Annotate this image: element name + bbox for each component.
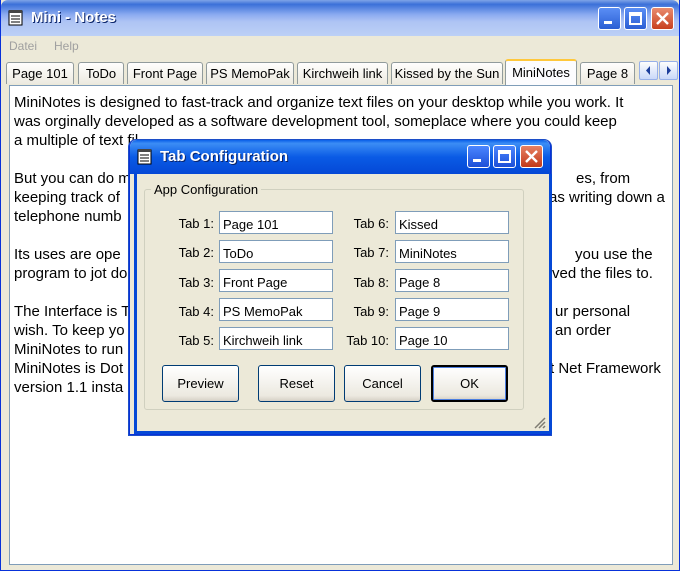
tab3-label: Tab 3: bbox=[178, 275, 214, 290]
tab-kissed-by-the-sun[interactable]: Kissed by the Sun bbox=[391, 62, 503, 84]
text-line: es, from bbox=[576, 170, 631, 187]
cancel-button[interactable]: Cancel bbox=[344, 365, 421, 402]
tab2-input[interactable] bbox=[219, 240, 333, 263]
tab1-input[interactable] bbox=[219, 211, 333, 234]
tab5-label: Tab 5: bbox=[178, 333, 214, 348]
dialog-minimize-button[interactable] bbox=[467, 145, 490, 168]
tab9-label: Tab 9: bbox=[353, 304, 389, 319]
dialog-titlebar[interactable]: Tab Configuration bbox=[130, 140, 550, 174]
tab-ps-memopak[interactable]: PS MemoPak bbox=[206, 62, 294, 84]
tab-strip: Page 101 ToDo Front Page PS MemoPak Kirc… bbox=[5, 59, 679, 85]
tab-kirchweih-link[interactable]: Kirchweih link bbox=[297, 62, 388, 84]
text-line: you use the bbox=[575, 246, 653, 263]
maximize-button[interactable] bbox=[624, 7, 647, 30]
tab3-input[interactable] bbox=[219, 269, 333, 292]
close-icon bbox=[656, 12, 669, 25]
maximize-icon bbox=[498, 150, 511, 163]
tab-todo[interactable]: ToDo bbox=[78, 62, 124, 84]
window-title: Mini - Notes bbox=[31, 9, 116, 26]
tab-front-page[interactable]: Front Page bbox=[127, 62, 203, 84]
minimize-icon bbox=[473, 159, 481, 162]
tab7-input[interactable] bbox=[395, 240, 509, 263]
tab7-label: Tab 7: bbox=[353, 245, 389, 260]
dialog-title: Tab Configuration bbox=[160, 148, 289, 165]
tab4-label: Tab 4: bbox=[178, 304, 214, 319]
minimize-icon bbox=[604, 21, 612, 24]
arrow-right-icon bbox=[667, 66, 671, 75]
close-icon bbox=[525, 150, 538, 163]
tab-scroll-arrows bbox=[639, 61, 679, 81]
group-label: App Configuration bbox=[151, 182, 262, 197]
text-line: was orginally developed as a software de… bbox=[14, 113, 617, 130]
text-line: an order bbox=[555, 322, 611, 339]
tab-page-8[interactable]: Page 8 bbox=[580, 62, 635, 84]
tab1-label: Tab 1: bbox=[178, 216, 214, 231]
tab8-label: Tab 8: bbox=[353, 275, 389, 290]
tab-mininotes[interactable]: MiniNotes bbox=[505, 59, 577, 85]
tab10-label: Tab 10: bbox=[346, 333, 389, 348]
text-line: ur personal bbox=[555, 303, 631, 320]
notepad-icon bbox=[137, 149, 152, 165]
tab-scroll-left-button[interactable] bbox=[639, 61, 658, 80]
tab4-input[interactable] bbox=[219, 298, 333, 321]
menubar: Datei Help bbox=[1, 36, 679, 58]
tab-scroll-right-button[interactable] bbox=[659, 61, 678, 80]
notepad-icon bbox=[8, 10, 23, 26]
dialog-close-button[interactable] bbox=[520, 145, 543, 168]
menu-datei[interactable]: Datei bbox=[9, 39, 37, 53]
tab-page-101[interactable]: Page 101 bbox=[6, 62, 74, 84]
tab5-input[interactable] bbox=[219, 327, 333, 350]
text-line: as writing down a bbox=[549, 189, 665, 206]
dialog-maximize-button[interactable] bbox=[493, 145, 516, 168]
tab10-input[interactable] bbox=[395, 327, 509, 350]
menu-help[interactable]: Help bbox=[54, 39, 79, 53]
maximize-icon bbox=[629, 12, 642, 25]
preview-button[interactable]: Preview bbox=[162, 365, 239, 402]
tab9-input[interactable] bbox=[395, 298, 509, 321]
arrow-left-icon bbox=[646, 66, 650, 75]
reset-button[interactable]: Reset bbox=[258, 365, 335, 402]
text-line: t Net Framework bbox=[550, 360, 661, 377]
tab2-label: Tab 2: bbox=[178, 245, 214, 260]
minimize-button[interactable] bbox=[598, 7, 621, 30]
tab6-label: Tab 6: bbox=[353, 216, 389, 231]
tab6-input[interactable] bbox=[395, 211, 509, 234]
main-titlebar[interactable]: Mini - Notes bbox=[1, 0, 679, 36]
ok-button[interactable]: OK bbox=[431, 365, 508, 402]
resize-grip-icon[interactable] bbox=[531, 414, 547, 430]
text-line: MiniNotes is designed to fast-track and … bbox=[14, 94, 624, 111]
tab8-input[interactable] bbox=[395, 269, 509, 292]
text-line: ved the files to. bbox=[552, 265, 653, 282]
close-button[interactable] bbox=[651, 7, 674, 30]
